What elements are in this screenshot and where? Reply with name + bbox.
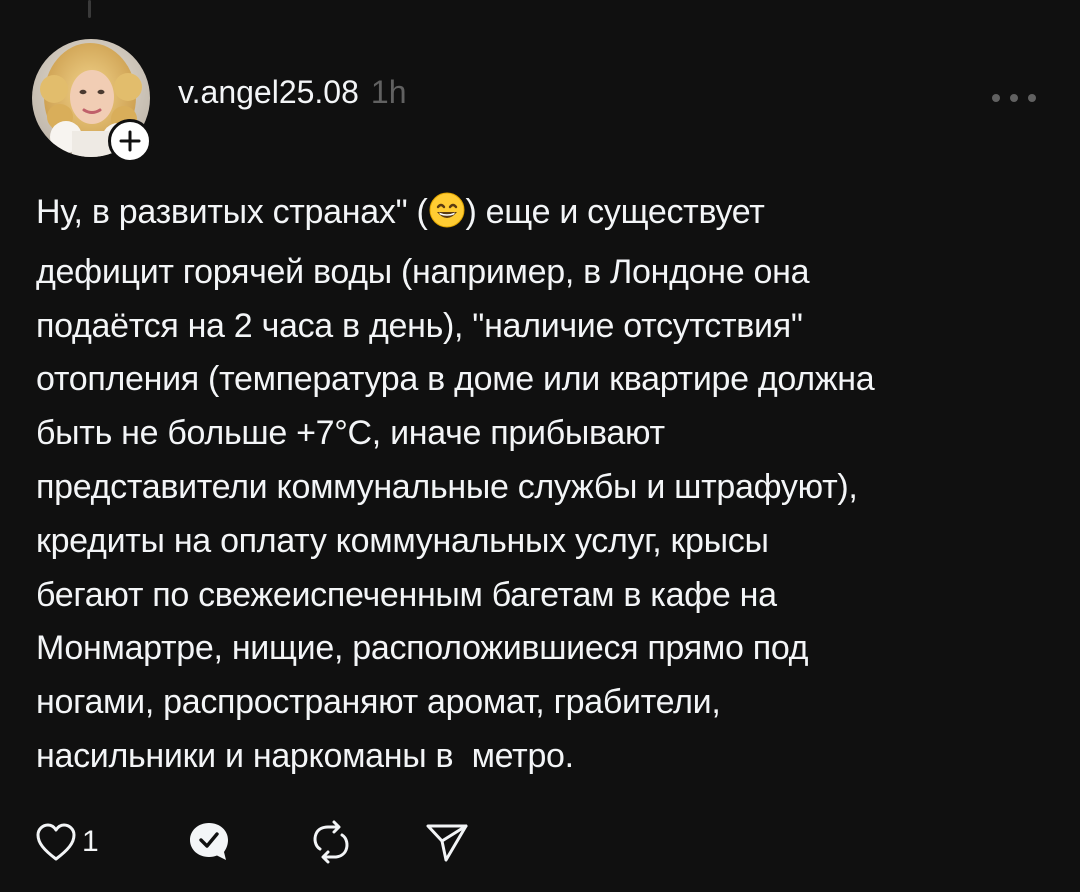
post-text-line: насильники и наркоманы в метро. <box>36 736 574 775</box>
follow-button[interactable] <box>108 119 152 163</box>
reply-icon <box>190 823 228 860</box>
plus-icon <box>119 130 141 152</box>
username-link[interactable]: v.angel25.08 <box>178 74 359 111</box>
post-text-line: дефицит горячей воды (например, в Лондон… <box>36 252 810 291</box>
post-header: v.angel25.08 1h <box>178 74 406 118</box>
post-text-line: Ну, в развитых странах" () еще и существ… <box>36 186 1046 246</box>
post-text-line: кредиты на оплату коммунальных услуг, кр… <box>36 521 769 560</box>
ellipsis-icon <box>992 94 1036 102</box>
post-text-line: быть не больше +7°С, иначе прибывают <box>36 414 665 453</box>
thread-connector-line <box>88 0 91 18</box>
share-button[interactable] <box>424 816 470 868</box>
post-text-line: ногами, распространяют аромат, грабители… <box>36 683 721 722</box>
like-button[interactable]: 1 <box>34 816 99 868</box>
post-text-line: представители коммунальные службы и штра… <box>36 467 858 506</box>
post-timestamp: 1h <box>370 74 407 110</box>
post-text-line: отопления (температура в доме или кварти… <box>36 360 875 399</box>
post-body: Ну, в развитых странах" () еще и существ… <box>36 186 1046 784</box>
heart-icon <box>36 823 76 861</box>
share-icon <box>426 824 468 862</box>
post-text-line: Монмартре, нищие, расположившиеся прямо … <box>36 629 809 668</box>
like-count: 1 <box>82 825 99 858</box>
post-text-line: подаётся на 2 часа в день), "наличие отс… <box>36 306 803 345</box>
post-text-line: бегают по свежеиспеченным багетам в кафе… <box>36 575 777 614</box>
grinning-emoji-icon <box>428 191 466 246</box>
more-options-button[interactable] <box>988 86 1040 110</box>
reply-button[interactable] <box>186 816 232 868</box>
author-avatar-block[interactable] <box>32 39 152 163</box>
repost-icon <box>313 820 349 864</box>
repost-button[interactable] <box>308 816 354 868</box>
